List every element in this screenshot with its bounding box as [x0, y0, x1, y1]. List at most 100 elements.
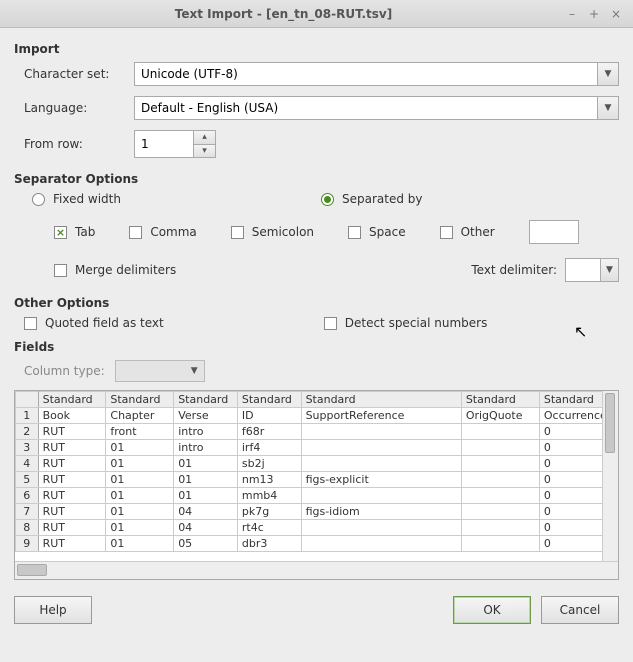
- merge-label: Merge delimiters: [75, 263, 176, 277]
- checkbox-off-icon: [440, 226, 453, 239]
- row-number: 6: [16, 488, 39, 504]
- merge-delimiters-checkbox[interactable]: Merge delimiters: [54, 263, 176, 277]
- row-number: 9: [16, 536, 39, 552]
- checkbox-off-icon: [348, 226, 361, 239]
- other-label: Other: [461, 225, 495, 239]
- import-heading: Import: [14, 42, 619, 56]
- table-row[interactable]: 3RUT01introirf40: [16, 440, 618, 456]
- ok-button[interactable]: OK: [453, 596, 531, 624]
- maximize-icon[interactable]: +: [585, 5, 603, 23]
- table-cell: [301, 440, 461, 456]
- semicolon-checkbox[interactable]: Semicolon: [231, 225, 314, 239]
- comma-checkbox[interactable]: Comma: [129, 225, 196, 239]
- chevron-down-icon[interactable]: ▼: [601, 258, 619, 282]
- charset-input[interactable]: [134, 62, 597, 86]
- spinner-down-icon[interactable]: ▾: [194, 144, 216, 159]
- cancel-button[interactable]: Cancel: [541, 596, 619, 624]
- fromrow-label: From row:: [24, 137, 134, 151]
- table-row[interactable]: 7RUT0104pk7gfigs-idiom0: [16, 504, 618, 520]
- table-cell: irf4: [237, 440, 301, 456]
- fromrow-input[interactable]: [134, 130, 194, 158]
- table-cell: OrigQuote: [461, 408, 539, 424]
- checkbox-off-icon: [231, 226, 244, 239]
- table-cell: rt4c: [237, 520, 301, 536]
- table-cell: [301, 424, 461, 440]
- table-cell: intro: [174, 440, 238, 456]
- column-type-combo: ▼: [115, 360, 205, 382]
- row-number: 5: [16, 472, 39, 488]
- table-cell: ID: [237, 408, 301, 424]
- other-delim-input[interactable]: [529, 220, 579, 244]
- row-number: 2: [16, 424, 39, 440]
- charset-combo[interactable]: ▼: [134, 62, 619, 86]
- table-cell: 04: [174, 504, 238, 520]
- table-cell: [461, 456, 539, 472]
- table-row[interactable]: 1BookChapterVerseIDSupportReferenceOrigQ…: [16, 408, 618, 424]
- quoted-field-checkbox[interactable]: Quoted field as text: [24, 316, 164, 330]
- tab-checkbox[interactable]: × Tab: [54, 225, 95, 239]
- column-header[interactable]: Standard: [174, 392, 238, 408]
- table-cell: dbr3: [237, 536, 301, 552]
- table-cell: RUT: [38, 520, 106, 536]
- row-number: 7: [16, 504, 39, 520]
- separated-by-label: Separated by: [342, 192, 423, 206]
- table-row[interactable]: 5RUT0101nm13figs-explicit0: [16, 472, 618, 488]
- column-header[interactable]: Standard: [237, 392, 301, 408]
- language-combo[interactable]: ▼: [134, 96, 619, 120]
- table-cell: 01: [106, 472, 174, 488]
- other-checkbox[interactable]: Other: [440, 225, 495, 239]
- help-button[interactable]: Help: [14, 596, 92, 624]
- table-row[interactable]: 4RUT0101sb2j0: [16, 456, 618, 472]
- table-row[interactable]: 9RUT0105dbr30: [16, 536, 618, 552]
- horizontal-scrollbar[interactable]: [15, 561, 618, 579]
- table-row[interactable]: 8RUT0104rt4c0: [16, 520, 618, 536]
- table-cell: RUT: [38, 488, 106, 504]
- fromrow-spinner[interactable]: ▴ ▾: [134, 130, 224, 158]
- checkbox-on-icon: ×: [54, 226, 67, 239]
- table-cell: sb2j: [237, 456, 301, 472]
- column-type-label: Column type:: [24, 364, 105, 378]
- text-delimiter-input[interactable]: [565, 258, 601, 282]
- charset-label: Character set:: [24, 67, 134, 81]
- language-label: Language:: [24, 101, 134, 115]
- table-cell: mmb4: [237, 488, 301, 504]
- table-cell: nm13: [237, 472, 301, 488]
- table-cell: RUT: [38, 440, 106, 456]
- text-delimiter-combo[interactable]: ▼: [565, 258, 619, 282]
- table-cell: f68r: [237, 424, 301, 440]
- tab-label: Tab: [75, 225, 95, 239]
- vertical-scrollbar[interactable]: [602, 391, 618, 561]
- table-cell: 04: [174, 520, 238, 536]
- minimize-icon[interactable]: –: [563, 5, 581, 23]
- table-cell: Verse: [174, 408, 238, 424]
- column-header[interactable]: Standard: [461, 392, 539, 408]
- table-row[interactable]: 6RUT0101mmb40: [16, 488, 618, 504]
- fixed-width-radio[interactable]: Fixed width: [32, 192, 121, 206]
- spinner-up-icon[interactable]: ▴: [194, 130, 216, 144]
- table-cell: 01: [106, 536, 174, 552]
- preview-scroll[interactable]: StandardStandardStandardStandardStandard…: [15, 391, 618, 561]
- table-cell: 01: [106, 520, 174, 536]
- separator-heading: Separator Options: [14, 172, 619, 186]
- table-cell: front: [106, 424, 174, 440]
- column-header[interactable]: Standard: [301, 392, 461, 408]
- close-icon[interactable]: ×: [607, 5, 625, 23]
- table-cell: [461, 424, 539, 440]
- table-cell: [461, 488, 539, 504]
- chevron-down-icon[interactable]: ▼: [597, 62, 619, 86]
- chevron-down-icon[interactable]: ▼: [597, 96, 619, 120]
- table-row[interactable]: 2RUTfrontintrof68r0: [16, 424, 618, 440]
- table-cell: figs-explicit: [301, 472, 461, 488]
- separated-by-radio[interactable]: Separated by: [321, 192, 423, 206]
- table-cell: [461, 536, 539, 552]
- space-checkbox[interactable]: Space: [348, 225, 406, 239]
- language-input[interactable]: [134, 96, 597, 120]
- table-cell: Book: [38, 408, 106, 424]
- table-cell: figs-idiom: [301, 504, 461, 520]
- semicolon-label: Semicolon: [252, 225, 314, 239]
- detect-numbers-checkbox[interactable]: Detect special numbers: [324, 316, 488, 330]
- column-header[interactable]: Standard: [106, 392, 174, 408]
- column-header[interactable]: Standard: [38, 392, 106, 408]
- table-cell: 01: [174, 456, 238, 472]
- table-cell: 05: [174, 536, 238, 552]
